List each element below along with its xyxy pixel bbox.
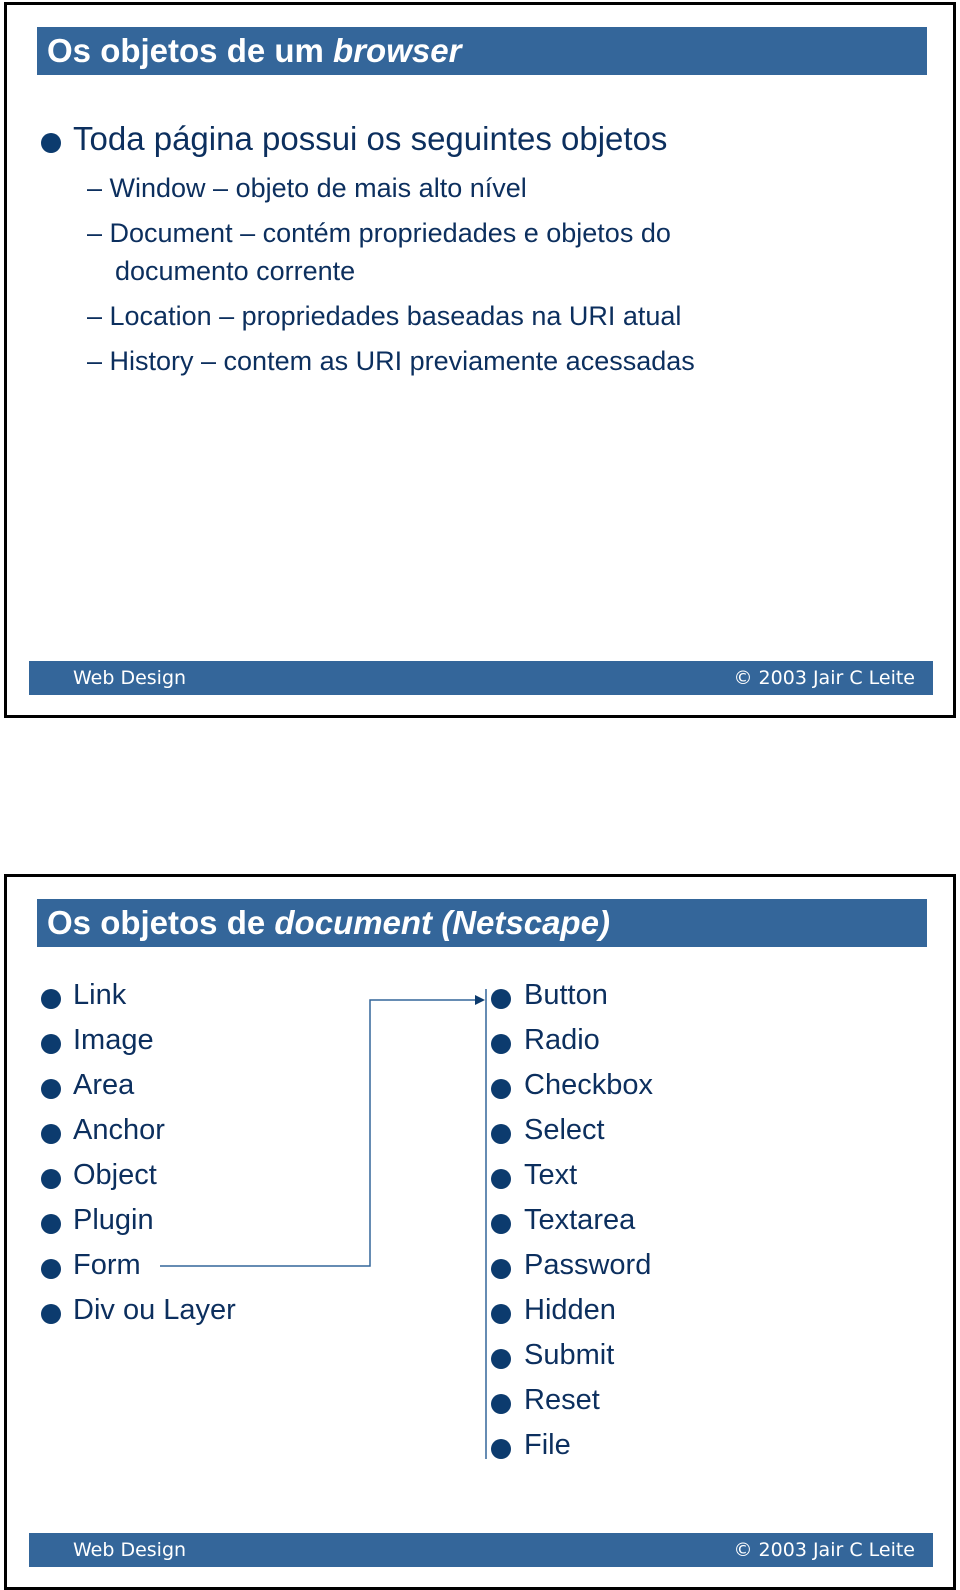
- slide-browser-objects: Os objetos de um browser Toda página pos…: [4, 2, 956, 718]
- arrow-head-icon: [475, 995, 485, 1005]
- slide-footer: Web Design © 2003 Jair C Leite: [29, 661, 933, 695]
- footer-copyright: © 2003 Jair C Leite: [733, 1539, 915, 1561]
- connector-diagram: [160, 989, 487, 1459]
- sub-item: – Window – objeto de mais alto nível: [87, 173, 527, 203]
- form-connector-line: [160, 999, 477, 1267]
- sub-item: – History – contem as URI previamente ac…: [87, 346, 695, 376]
- sub-item: – Document – contém propriedades e objet…: [87, 218, 671, 248]
- bullet-icon: [41, 133, 61, 153]
- main-bullet-text: Toda página possui os seguintes objetos: [73, 120, 668, 157]
- footer-course: Web Design: [73, 667, 187, 689]
- sub-item: documento corrente: [115, 256, 356, 286]
- footer-course: Web Design: [73, 1539, 187, 1561]
- slide-title: Os objetos de um browser: [37, 27, 927, 75]
- slide-document-objects: Os objetos de document (Netscape) Link Im…: [4, 874, 956, 1590]
- slide-footer: Web Design © 2003 Jair C Leite: [29, 1533, 933, 1567]
- footer-copyright: © 2003 Jair C Leite: [733, 667, 915, 689]
- sub-item: – Location – propriedades baseadas na UR…: [87, 301, 682, 331]
